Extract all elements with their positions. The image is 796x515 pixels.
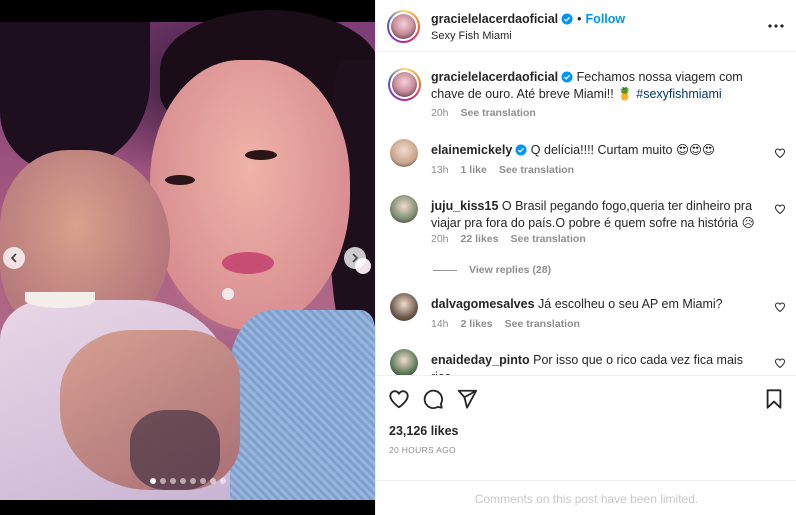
follow-button[interactable]: Follow — [586, 12, 626, 26]
share-icon[interactable] — [456, 388, 478, 410]
instagram-post-dialog: gracielelacerdaoficial • Follow Sexy Fish … — [0, 0, 796, 515]
carousel-dot — [159, 478, 166, 484]
carousel-dot — [219, 478, 226, 484]
comment-meta: 13h 1 like See translation — [431, 164, 586, 176]
author-line: gracielelacerdaoficial • Follow — [431, 12, 625, 26]
comment-text: Já escolheu o seu AP em Miami? — [538, 297, 723, 311]
photo-detail — [230, 310, 375, 500]
commenter-avatar[interactable] — [390, 195, 418, 223]
photo-detail — [245, 150, 277, 160]
commenter-avatar[interactable] — [390, 293, 418, 321]
comment-meta: 14h 2 likes See translation — [431, 318, 592, 330]
comments-limited-notice: Comments on this post have been limited. — [376, 480, 796, 515]
caption-hashtag[interactable]: #sexyfishmiami — [636, 87, 721, 101]
comment-likes[interactable]: 2 likes — [461, 318, 493, 330]
see-translation-button[interactable]: See translation — [461, 107, 536, 119]
see-translation-button[interactable]: See translation — [510, 233, 585, 245]
heart-icon[interactable] — [774, 203, 786, 215]
carousel-dot — [179, 478, 186, 484]
more-horizontal-icon[interactable] — [767, 18, 785, 34]
chevron-right-icon — [352, 253, 358, 263]
caption-meta: 20h See translation — [431, 107, 548, 119]
verified-badge-icon — [561, 13, 573, 25]
comment-likes[interactable]: 22 likes — [461, 233, 499, 245]
post-header: gracielelacerdaoficial • Follow Sexy Fish … — [376, 0, 796, 52]
likes-count[interactable]: 23,126 likes — [389, 424, 459, 438]
post-actions: 23,126 likes 20 HOURS AGO Comments on th… — [376, 375, 796, 515]
comment-body: enaideday_pinto Por isso que o rico cada… — [431, 352, 761, 375]
carousel-dot — [149, 478, 156, 484]
post-caption: gracielelacerdaoficial Fechamos nossa vi… — [431, 69, 771, 103]
comment-text: Q delícia!!!! Curtam muito 😍😍😍 — [530, 143, 716, 157]
caption-time[interactable]: 20h — [431, 107, 449, 119]
post-side-panel: gracielelacerdaoficial • Follow Sexy Fish … — [375, 0, 796, 515]
see-translation-button[interactable]: See translation — [499, 164, 574, 176]
author-avatar[interactable] — [387, 10, 420, 43]
verified-badge-icon — [561, 71, 573, 83]
caption-author-avatar[interactable] — [388, 68, 421, 101]
comment-icon[interactable] — [422, 388, 444, 410]
comment-username[interactable]: juju_kiss15 — [431, 199, 498, 213]
photo-detail — [222, 252, 274, 274]
bookmark-icon[interactable] — [763, 388, 785, 410]
comment-likes[interactable]: 1 like — [461, 164, 487, 176]
carousel-dot — [169, 478, 176, 484]
comment-username[interactable]: enaideday_pinto — [431, 353, 530, 367]
replies-divider — [433, 269, 457, 271]
comment-meta: 20h 22 likes See translation — [431, 233, 598, 245]
separator-bullet: • — [577, 12, 582, 26]
comment-username[interactable]: elainemickely — [431, 143, 512, 157]
author-username[interactable]: gracielelacerdaoficial — [431, 12, 558, 26]
heart-icon[interactable] — [388, 388, 410, 410]
comment-time[interactable]: 14h — [431, 318, 449, 330]
comment-body: juju_kiss15 O Brasil pegando fogo,queria… — [431, 198, 761, 232]
photo-detail — [165, 175, 195, 185]
comment-time[interactable]: 13h — [431, 164, 449, 176]
photo-detail — [25, 292, 95, 308]
commenter-avatar[interactable] — [390, 139, 418, 167]
carousel-dot — [209, 478, 216, 484]
post-timestamp[interactable]: 20 HOURS AGO — [389, 445, 456, 455]
heart-icon[interactable] — [774, 147, 786, 159]
verified-badge-icon — [515, 144, 527, 156]
view-replies-label: View replies (28) — [469, 264, 552, 276]
post-media — [0, 0, 375, 515]
carousel-dot — [189, 478, 196, 484]
comment-body: dalvagomesalves Já escolheu o seu AP em … — [431, 296, 761, 313]
comment-username[interactable]: dalvagomesalves — [431, 297, 535, 311]
heart-icon[interactable] — [774, 357, 786, 369]
comments-list[interactable]: gracielelacerdaoficial Fechamos nossa vi… — [376, 53, 796, 375]
post-location[interactable]: Sexy Fish Miami — [431, 30, 512, 42]
view-replies-button[interactable]: View replies (28) — [433, 264, 551, 276]
carousel-indicator — [0, 478, 375, 484]
carousel-next-button[interactable] — [344, 247, 366, 269]
comment-time[interactable]: 20h — [431, 233, 449, 245]
photo-detail — [222, 288, 234, 300]
comment-body: elainemickely Q delícia!!!! Curtam muito… — [431, 142, 761, 159]
chevron-left-icon — [11, 253, 17, 263]
see-translation-button[interactable]: See translation — [505, 318, 580, 330]
carousel-dot — [199, 478, 206, 484]
heart-icon[interactable] — [774, 301, 786, 313]
carousel-prev-button[interactable] — [3, 247, 25, 269]
caption-username[interactable]: gracielelacerdaoficial — [431, 70, 558, 84]
photo-detail — [150, 60, 350, 330]
commenter-avatar[interactable] — [390, 349, 418, 375]
